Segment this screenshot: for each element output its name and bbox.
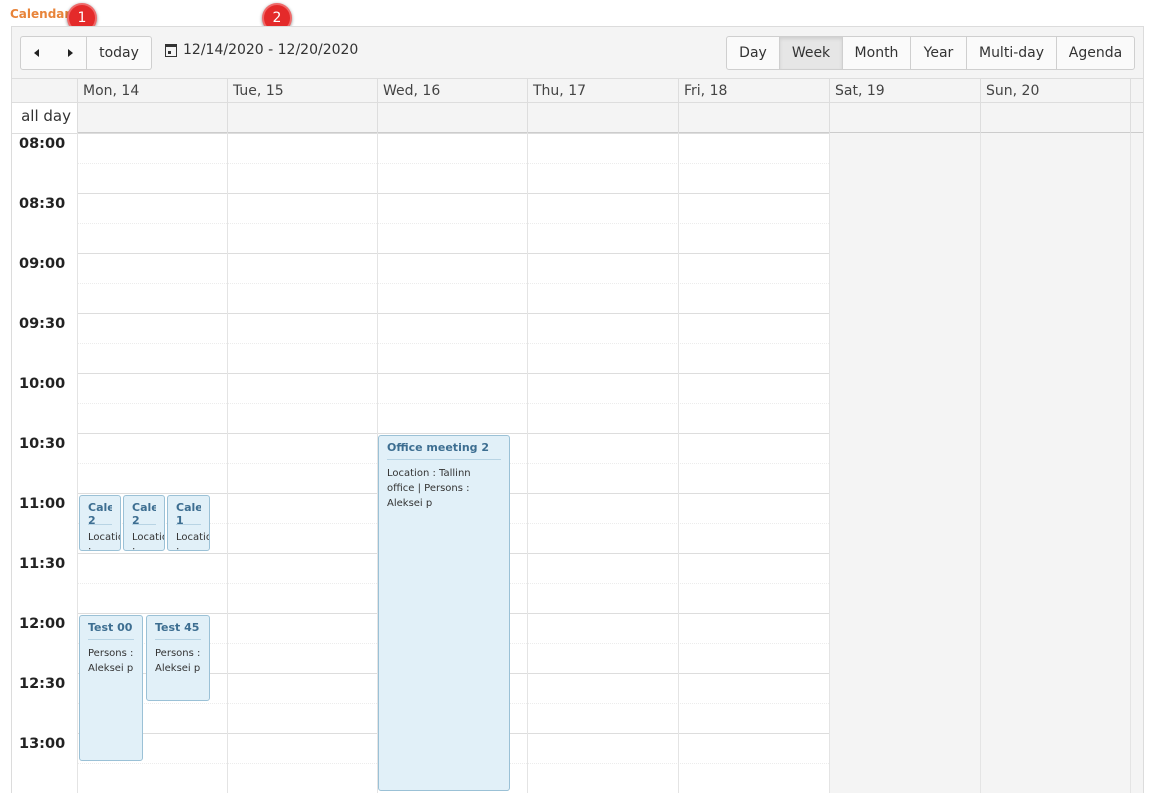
prev-week-button[interactable] bbox=[20, 36, 54, 70]
scrollbar-track[interactable] bbox=[1130, 133, 1143, 793]
column-divider bbox=[1130, 133, 1131, 793]
triangle-left-icon bbox=[34, 49, 39, 57]
event-details: Persons : Aleksei p bbox=[155, 648, 201, 674]
next-week-button[interactable] bbox=[53, 36, 87, 70]
event-details: Location : bbox=[176, 532, 209, 551]
day-header-wed[interactable]: Wed, 16 bbox=[377, 79, 527, 103]
today-button[interactable]: today bbox=[87, 36, 152, 70]
event-test-00[interactable]: Test 00 Persons : Aleksei p bbox=[79, 615, 143, 761]
day-header-fri[interactable]: Fri, 18 bbox=[678, 79, 829, 103]
event-cale-c[interactable]: Cale 1 Location : bbox=[167, 495, 210, 551]
day-header-thu[interactable]: Thu, 17 bbox=[527, 79, 678, 103]
triangle-right-icon bbox=[67, 49, 73, 57]
column-divider bbox=[829, 133, 830, 793]
date-range: 12/14/2020 - 12/20/2020 bbox=[165, 42, 358, 58]
time-slot-label: 13:00 bbox=[19, 736, 66, 752]
view-multiday-button[interactable]: Multi-day bbox=[966, 36, 1057, 70]
allday-cell[interactable] bbox=[527, 103, 678, 133]
calendar-frame: today 12/14/2020 - 12/20/2020 Day Week M… bbox=[11, 26, 1144, 793]
time-slot-label: 12:30 bbox=[19, 676, 66, 692]
event-title: Cale 2 bbox=[88, 501, 112, 525]
view-week-button[interactable]: Week bbox=[779, 36, 843, 70]
calendar-icon bbox=[165, 43, 177, 57]
event-title: Test 45 bbox=[155, 621, 201, 640]
event-test-45[interactable]: Test 45 Persons : Aleksei p bbox=[146, 615, 210, 701]
time-slot-label: 09:30 bbox=[19, 316, 66, 332]
column-divider bbox=[77, 133, 78, 793]
column-divider bbox=[227, 133, 228, 793]
date-range-text: 12/14/2020 - 12/20/2020 bbox=[183, 42, 359, 58]
day-header-mon[interactable]: Mon, 14 bbox=[77, 79, 227, 103]
event-details: Location : bbox=[132, 532, 164, 551]
event-details: Location : bbox=[88, 532, 120, 551]
allday-cell[interactable] bbox=[377, 103, 527, 133]
page-title: Calendar bbox=[10, 7, 71, 21]
time-slot-label: 10:00 bbox=[19, 376, 66, 392]
event-title: Cale 2 bbox=[132, 501, 156, 525]
event-title: Office meeting 2 bbox=[387, 441, 501, 460]
allday-cell[interactable] bbox=[227, 103, 377, 133]
time-slot-label: 11:30 bbox=[19, 556, 66, 572]
time-slot-label: 08:00 bbox=[19, 136, 66, 152]
view-agenda-button[interactable]: Agenda bbox=[1056, 36, 1135, 70]
allday-cell[interactable] bbox=[829, 103, 980, 133]
view-day-button[interactable]: Day bbox=[726, 36, 780, 70]
view-year-button[interactable]: Year bbox=[910, 36, 967, 70]
time-grid: Office meeting 2 Location : Tallinn offi… bbox=[12, 133, 1143, 793]
allday-cell[interactable] bbox=[980, 103, 1131, 133]
view-month-button[interactable]: Month bbox=[842, 36, 911, 70]
column-divider bbox=[678, 133, 679, 793]
column-divider bbox=[980, 133, 981, 793]
time-slot-label: 09:00 bbox=[19, 256, 66, 272]
day-header-row: Mon, 14 Tue, 15 Wed, 16 Thu, 17 Fri, 18 … bbox=[12, 79, 1143, 103]
time-slot-label: 10:30 bbox=[19, 436, 66, 452]
time-slot-label: 08:30 bbox=[19, 196, 66, 212]
allday-cell[interactable] bbox=[678, 103, 829, 133]
header-scroll-gutter bbox=[1130, 79, 1143, 103]
day-header-sat[interactable]: Sat, 19 bbox=[829, 79, 980, 103]
allday-scroll-gutter bbox=[1130, 103, 1143, 133]
event-details: Persons : Aleksei p bbox=[88, 648, 134, 674]
event-office-meeting-2[interactable]: Office meeting 2 Location : Tallinn offi… bbox=[378, 435, 510, 791]
allday-cell[interactable] bbox=[77, 103, 227, 133]
time-slot-label: 12:00 bbox=[19, 616, 66, 632]
event-title: Cale 1 bbox=[176, 501, 201, 525]
column-divider bbox=[527, 133, 528, 793]
event-cale-b[interactable]: Cale 2 Location : bbox=[123, 495, 165, 551]
allday-label: all day bbox=[12, 103, 77, 133]
day-header-tue[interactable]: Tue, 15 bbox=[227, 79, 377, 103]
event-cale-a[interactable]: Cale 2 Location : bbox=[79, 495, 121, 551]
event-details: Location : Tallinn office | Persons : Al… bbox=[387, 468, 471, 509]
calendar-toolbar: today 12/14/2020 - 12/20/2020 Day Week M… bbox=[12, 27, 1143, 79]
event-title: Test 00 bbox=[88, 621, 134, 640]
day-header-sun[interactable]: Sun, 20 bbox=[980, 79, 1131, 103]
allday-row: all day bbox=[12, 103, 1143, 133]
time-slot-label: 11:00 bbox=[19, 496, 66, 512]
